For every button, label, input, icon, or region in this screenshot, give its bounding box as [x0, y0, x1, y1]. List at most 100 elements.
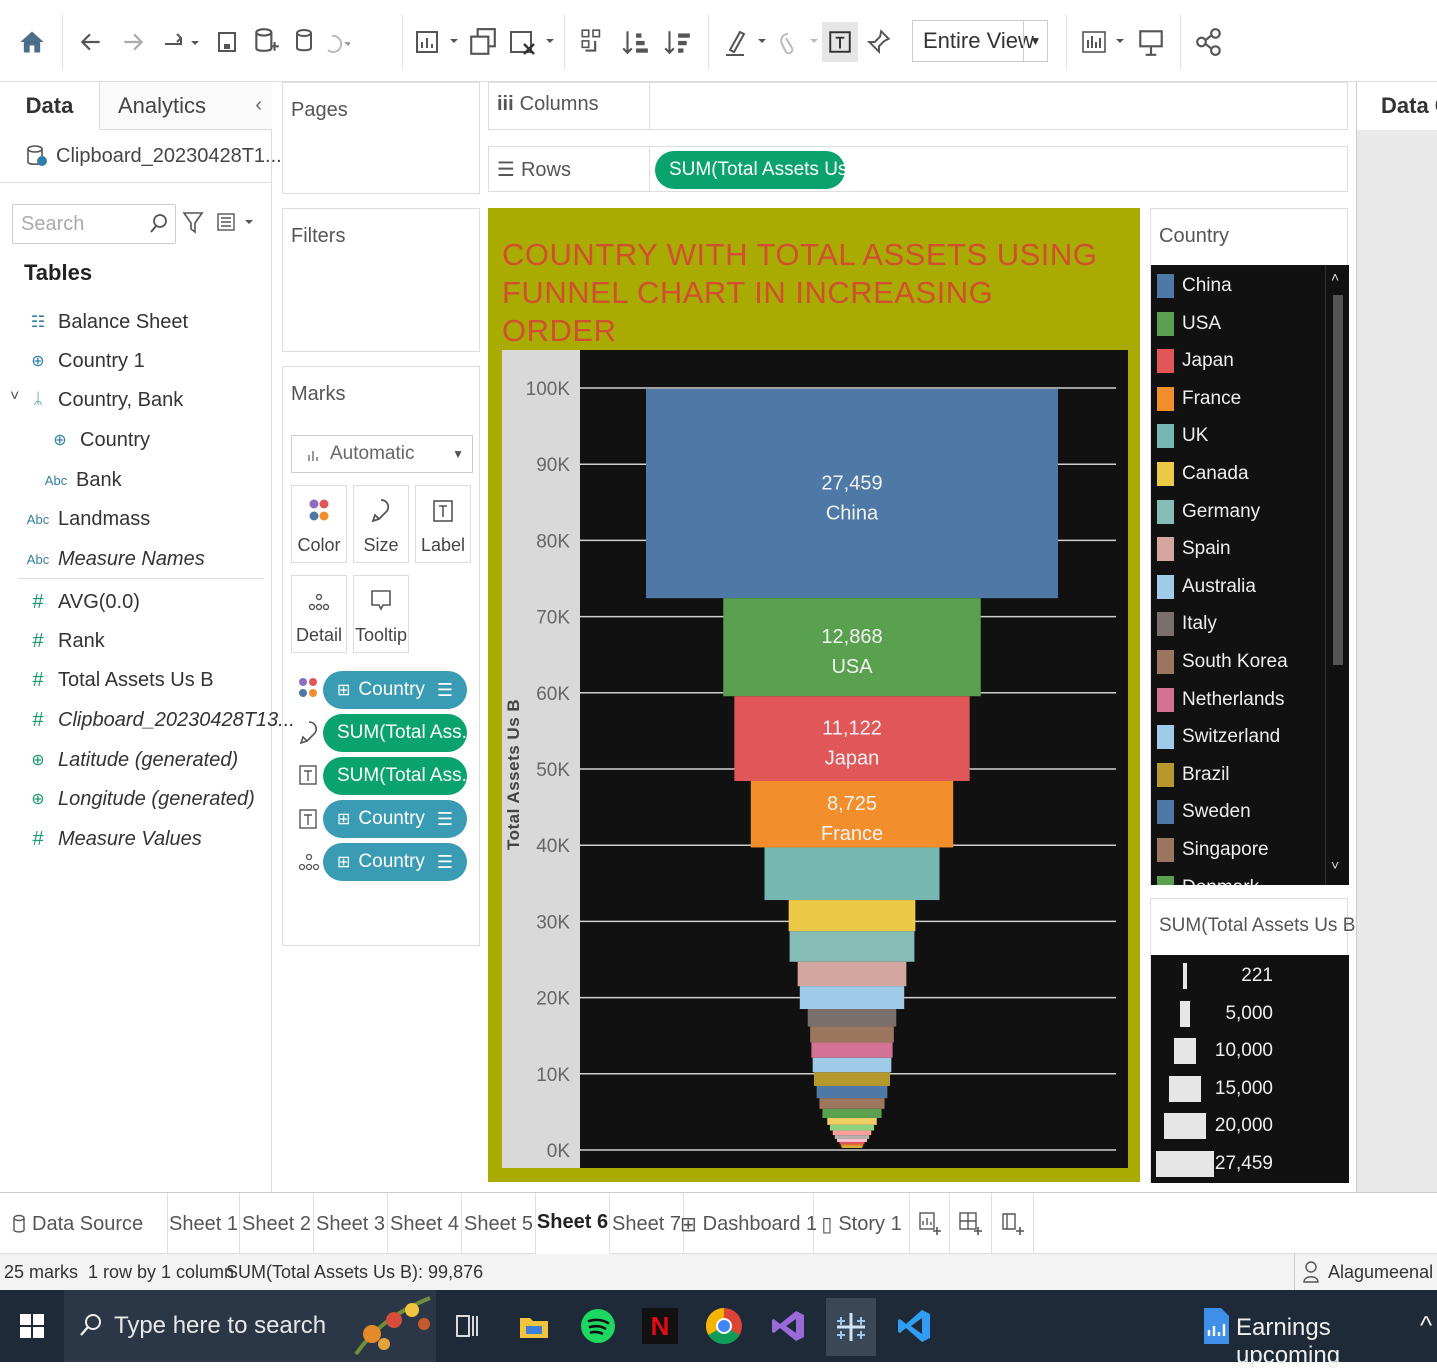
pages-card[interactable]: Pages — [282, 82, 480, 194]
size-button[interactable]: Size — [353, 485, 409, 563]
search-input[interactable]: Search — [12, 204, 176, 244]
legend-item[interactable]: France — [1157, 386, 1241, 412]
scroll-down-icon[interactable]: ˅ — [1331, 857, 1339, 873]
filter-icon[interactable] — [182, 210, 204, 241]
legend-item[interactable]: Netherlands — [1157, 687, 1284, 713]
redo-dropdown-icon[interactable] — [156, 22, 206, 62]
chevron-down-icon[interactable]: ˅ — [10, 388, 19, 406]
field-item[interactable]: # Clipboard_20230428T13... — [18, 702, 294, 738]
legend-item[interactable]: Japan — [1157, 348, 1234, 374]
rows-shelf[interactable]: ☰ Rows SUM(Total Assets Us.. — [488, 146, 1348, 192]
visual-studio-icon[interactable] — [766, 1304, 810, 1348]
highlight-icon[interactable] — [720, 22, 770, 62]
news-stocks-icon[interactable] — [1194, 1304, 1238, 1348]
new-worksheet-icon[interactable] — [910, 1193, 950, 1255]
sort-ascending-icon[interactable] — [618, 22, 652, 62]
duplicate-sheet-icon[interactable] — [466, 22, 500, 62]
sheet-tab[interactable]: Sheet 7 — [610, 1193, 684, 1255]
scroll-up-icon[interactable]: ˄ — [1331, 269, 1339, 285]
new-worksheet-icon[interactable] — [412, 22, 462, 62]
filters-card[interactable]: Filters — [282, 208, 480, 352]
funnel-segment-south-korea[interactable] — [810, 1026, 894, 1043]
file-explorer-icon[interactable] — [512, 1304, 556, 1348]
funnel-segment-spain[interactable] — [797, 961, 907, 987]
tab-data-source[interactable]: Data Source — [0, 1193, 168, 1255]
show-mark-labels-icon[interactable] — [822, 22, 858, 62]
field-item[interactable]: # Total Assets Us B — [18, 662, 213, 698]
funnel-segment-singapore[interactable] — [819, 1098, 885, 1109]
funnel-segment-other-3[interactable] — [832, 1130, 872, 1136]
field-item[interactable]: ⊕ Latitude (generated) — [18, 742, 238, 778]
funnel-segment-other-2[interactable] — [829, 1124, 875, 1131]
chevron-down-icon[interactable]: ▼ — [1023, 21, 1047, 61]
sheet-tab[interactable]: Sheet 2 — [240, 1193, 314, 1255]
field-item[interactable]: Abc Bank — [36, 462, 122, 498]
new-dashboard-icon[interactable] — [950, 1193, 992, 1255]
legend-item[interactable]: Italy — [1157, 611, 1217, 637]
datasource-row[interactable]: Clipboard_20230428T1... — [26, 144, 282, 168]
field-item[interactable]: ⊕ Country 1 — [18, 343, 144, 379]
legend-item[interactable]: Switzerland — [1157, 724, 1280, 750]
chrome-icon[interactable] — [702, 1304, 746, 1348]
tooltip-button[interactable]: Tooltip — [353, 575, 409, 653]
taskbar-search[interactable]: Type here to search — [64, 1290, 436, 1362]
funnel-segment-uk[interactable] — [764, 847, 940, 901]
legend-item[interactable]: China — [1157, 273, 1232, 299]
windows-start-icon[interactable] — [10, 1304, 54, 1348]
field-item[interactable]: Abc Landmass — [18, 501, 150, 537]
save-icon[interactable] — [212, 22, 242, 62]
sheet-tab[interactable]: Sheet 4 — [388, 1193, 462, 1255]
sheet-tab[interactable]: Sheet 1 — [168, 1193, 240, 1255]
tab-data[interactable]: Data — [0, 82, 100, 130]
size-pill-sum[interactable]: SUM(Total Ass.. — [323, 714, 472, 752]
legend-item[interactable]: Brazil — [1157, 762, 1230, 788]
netflix-icon[interactable]: N — [638, 1304, 682, 1348]
share-icon[interactable] — [1192, 22, 1226, 62]
mark-type-select[interactable]: Automatic ▼ — [291, 435, 473, 473]
funnel-segment-canada[interactable] — [788, 900, 916, 932]
swap-rows-columns-icon[interactable] — [576, 22, 610, 62]
detail-pill-country[interactable]: ⊞ Country ☰ — [323, 843, 467, 881]
field-item[interactable]: # AVG(0.0) — [18, 584, 139, 620]
field-item[interactable]: ᛦ Country, Bank — [18, 382, 183, 418]
funnel-segment-netherlands[interactable] — [811, 1042, 893, 1058]
fit-view-select[interactable]: Entire View ▼ — [912, 20, 1048, 62]
legend-item[interactable]: Spain — [1157, 536, 1231, 562]
label-button[interactable]: Label — [415, 485, 471, 563]
new-datasource-icon[interactable] — [250, 22, 282, 62]
legend-item[interactable]: Denmark — [1157, 875, 1259, 885]
funnel-segment-australia[interactable] — [799, 986, 905, 1010]
funnel-segment-other-4[interactable] — [834, 1135, 870, 1139]
presentation-mode-icon[interactable] — [1134, 22, 1168, 62]
legend-item[interactable]: Singapore — [1157, 837, 1269, 863]
funnel-segment-other-8[interactable] — [841, 1146, 863, 1148]
funnel-segment-denmark[interactable] — [822, 1108, 882, 1118]
status-user[interactable]: Alagumeenal ... — [1328, 1262, 1437, 1283]
group-members-icon[interactable] — [772, 22, 822, 62]
legend-item[interactable]: USA — [1157, 311, 1221, 337]
clear-sheet-icon[interactable] — [506, 22, 558, 62]
sheet-tab[interactable]: ▯ Story 1 — [814, 1193, 910, 1255]
legend-item[interactable]: South Korea — [1157, 649, 1288, 675]
pause-updates-icon[interactable] — [292, 22, 352, 62]
field-item[interactable]: # Rank — [18, 623, 104, 659]
new-story-icon[interactable] — [992, 1193, 1034, 1255]
detail-button[interactable]: Detail — [291, 575, 347, 653]
field-item[interactable]: # Measure Values — [18, 821, 201, 857]
show-me-icon[interactable] — [1078, 22, 1128, 62]
legend-scrollbar[interactable]: ˄ ˅ — [1325, 265, 1349, 885]
label-pill-sum[interactable]: SUM(Total Ass.. — [323, 757, 472, 795]
field-item[interactable]: ☷ Balance Sheet — [18, 304, 188, 340]
funnel-segment-other-6[interactable] — [839, 1141, 865, 1145]
tableau-icon[interactable] — [826, 1298, 876, 1356]
funnel-segment-germany[interactable] — [789, 931, 915, 962]
tab-analytics[interactable]: Analytics ‹ — [100, 82, 272, 130]
back-icon[interactable] — [74, 22, 108, 62]
funnel-segment-other-1[interactable] — [827, 1117, 877, 1125]
legend-item[interactable]: Australia — [1157, 574, 1256, 600]
color-button[interactable]: Color — [291, 485, 347, 563]
legend-item[interactable]: Germany — [1157, 499, 1260, 525]
collapse-pane-icon[interactable]: ‹ — [255, 94, 262, 117]
spotify-icon[interactable] — [576, 1304, 620, 1348]
funnel-segment-other-5[interactable] — [837, 1138, 867, 1142]
